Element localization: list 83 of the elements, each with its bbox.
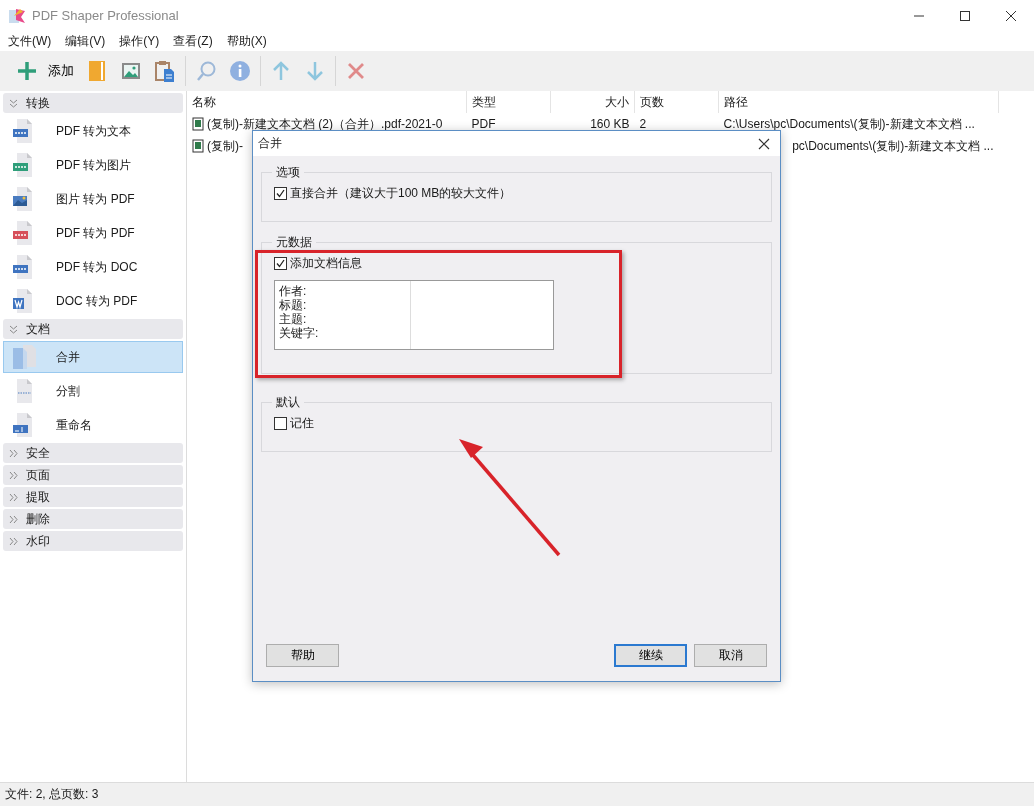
section-title: 文档 (26, 320, 50, 338)
table-cell: PDF (471, 117, 496, 131)
plus-icon (16, 60, 38, 82)
section-header[interactable]: 安全 (3, 443, 183, 463)
menu-item[interactable]: 操作(Y) (119, 32, 160, 50)
checkbox[interactable] (274, 257, 287, 270)
dialog-button[interactable]: 帮助 (266, 644, 339, 667)
column-header[interactable]: 路径 (718, 91, 999, 113)
sidebar-item[interactable]: 图片 转为 PDF (3, 183, 183, 215)
section-header[interactable]: 水印 (3, 531, 183, 551)
pdf-file-icon (192, 139, 204, 153)
section-title: 删除 (26, 510, 50, 528)
table-cell: 2 (639, 117, 647, 131)
column-header[interactable]: 大小 (550, 91, 635, 113)
section-header[interactable]: 提取 (3, 487, 183, 507)
section-header[interactable]: 删除 (3, 509, 183, 529)
chevron-right-icon (9, 492, 18, 502)
image-icon (120, 60, 142, 82)
status-text: 文件: 2, 总页数: 3 (5, 786, 99, 803)
table-cell: pc\Documents\(复制)-新建文本文档 ... (792, 138, 994, 153)
table-cell: (复制)- (207, 137, 243, 155)
table-cell: C:\Users\pc\Documents\(复制)-新建文本文档 ... (723, 116, 975, 131)
chevron-right-icon (9, 536, 18, 546)
file-icon (12, 344, 36, 370)
sidebar-item[interactable]: PDF 转为文本 (3, 115, 183, 147)
sidebar-item[interactable]: DOC 转为 PDF (3, 285, 183, 317)
sidebar-item[interactable]: 分割 (3, 375, 183, 407)
add-button[interactable]: 添加 (10, 56, 80, 86)
sidebar-item[interactable]: 合并 (3, 341, 183, 373)
dialog-button[interactable]: 取消 (694, 644, 767, 667)
group-title: 默认 (275, 394, 301, 411)
folder-icon (86, 60, 108, 82)
pdf-file-icon (192, 117, 204, 131)
checkbox[interactable] (274, 187, 287, 200)
table-cell: (复制)-新建文本文档 (2)（合并）.pdf-2021-0 (207, 115, 443, 133)
column-header[interactable]: 类型 (466, 91, 551, 113)
chevron-down-icon (9, 324, 18, 334)
section-header[interactable]: 转换 (3, 93, 183, 113)
menu-item[interactable]: 编辑(V) (65, 32, 106, 50)
dialog-button[interactable]: 继续 (614, 644, 687, 667)
checkbox-label: 记住 (290, 415, 314, 432)
section-header[interactable]: 文档 (3, 319, 183, 339)
section-title: 安全 (26, 444, 50, 462)
checkbox[interactable] (274, 417, 287, 430)
sidebar-item[interactable]: PDF 转为 DOC (3, 251, 183, 283)
field-label: 作者: (279, 284, 308, 298)
close-icon[interactable] (1005, 9, 1017, 22)
column-header[interactable]: 名称 (187, 91, 467, 113)
clipboard-icon (154, 60, 176, 82)
info-icon (229, 60, 251, 82)
field-label: 主题: (279, 312, 308, 326)
section-title: 提取 (26, 488, 50, 506)
section-header[interactable]: 页面 (3, 465, 183, 485)
checkbox-label: 直接合并（建议大于100 MB的较大文件） (290, 185, 512, 202)
checkbox-label: 添加文档信息 (290, 255, 362, 272)
group-title: 元数据 (275, 234, 313, 251)
menu-item[interactable]: 文件(W) (8, 32, 52, 50)
dialog-title: 合并 (258, 135, 282, 152)
chevron-right-icon (9, 448, 18, 458)
column-header[interactable]: 页数 (634, 91, 719, 113)
maximize-icon[interactable] (959, 9, 971, 22)
section-title: 转换 (26, 94, 50, 112)
app-logo-icon (8, 6, 26, 25)
group-title: 选项 (275, 164, 301, 181)
menu-item[interactable]: 查看(Z) (173, 32, 213, 50)
chevron-down-icon (9, 98, 18, 108)
check-icon (276, 259, 285, 268)
search-icon (195, 60, 217, 82)
section-title: 水印 (26, 532, 50, 550)
sidebar-item[interactable]: PDF 转为图片 (3, 149, 183, 181)
field-label: 关键字: (279, 326, 320, 340)
close-icon[interactable] (758, 137, 770, 150)
chevron-right-icon (9, 470, 18, 480)
chevron-right-icon (9, 514, 18, 524)
arrow-down-icon (304, 60, 326, 82)
section-title: 页面 (26, 466, 50, 484)
window-title: PDF Shaper Professional (32, 8, 180, 23)
sidebar-item[interactable]: PDF 转为 PDF (3, 217, 183, 249)
table-cell: 160 KB (590, 117, 630, 131)
check-icon (276, 189, 285, 198)
field-label: 标题: (279, 298, 308, 312)
menu-item[interactable]: 帮助(X) (226, 32, 267, 50)
sidebar-item[interactable]: 重命名 (3, 409, 183, 441)
